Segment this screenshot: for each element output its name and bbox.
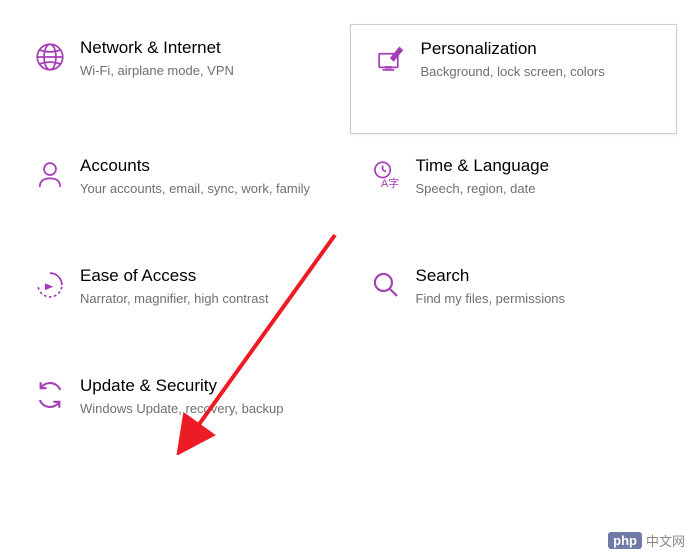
watermark-badge: php	[608, 532, 642, 549]
svg-text:A字: A字	[380, 176, 398, 190]
tile-title: Ease of Access	[80, 266, 328, 286]
tile-desc: Speech, region, date	[416, 180, 664, 198]
tile-search[interactable]: Search Find my files, permissions	[346, 248, 682, 358]
tile-title: Time & Language	[416, 156, 664, 176]
tile-network[interactable]: Network & Internet Wi-Fi, airplane mode,…	[10, 20, 346, 138]
tile-update-security[interactable]: Update & Security Windows Update, recove…	[10, 358, 346, 468]
tile-title: Search	[416, 266, 664, 286]
tile-desc: Your accounts, email, sync, work, family	[80, 180, 328, 198]
tile-desc: Narrator, magnifier, high contrast	[80, 290, 328, 308]
tile-desc: Windows Update, recovery, backup	[80, 400, 328, 418]
tile-desc: Background, lock screen, colors	[421, 63, 659, 81]
tile-personalization[interactable]: Personalization Background, lock screen,…	[350, 24, 678, 134]
tile-title: Personalization	[421, 39, 659, 59]
sync-icon	[20, 376, 80, 412]
clock-language-icon: A字	[356, 156, 416, 192]
tile-title: Network & Internet	[80, 38, 328, 58]
tile-desc: Find my files, permissions	[416, 290, 664, 308]
tile-ease-of-access[interactable]: Ease of Access Narrator, magnifier, high…	[10, 248, 346, 358]
globe-icon	[20, 38, 80, 74]
paintbrush-icon	[361, 39, 421, 75]
watermark-text: 中文网	[646, 531, 685, 550]
settings-grid: Network & Internet Wi-Fi, airplane mode,…	[0, 0, 691, 488]
tile-time-language[interactable]: A字 Time & Language Speech, region, date	[346, 138, 682, 248]
search-icon	[356, 266, 416, 302]
tile-title: Accounts	[80, 156, 328, 176]
person-icon	[20, 156, 80, 192]
ease-access-icon	[20, 266, 80, 302]
tile-desc: Wi-Fi, airplane mode, VPN	[80, 62, 328, 80]
tile-accounts[interactable]: Accounts Your accounts, email, sync, wor…	[10, 138, 346, 248]
tile-title: Update & Security	[80, 376, 328, 396]
watermark: php 中文网	[608, 531, 685, 550]
